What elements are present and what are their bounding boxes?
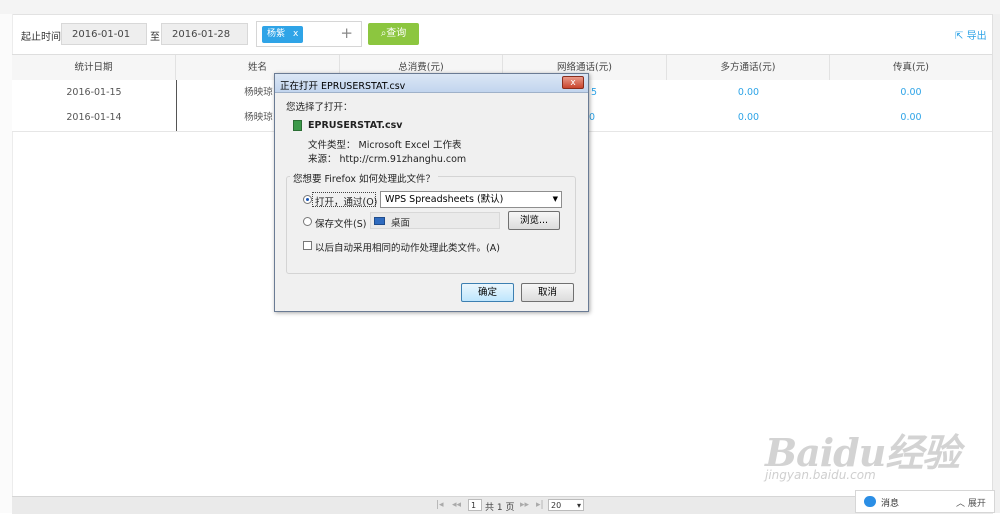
export-icon: ⇱	[955, 31, 964, 42]
auto-action-checkbox[interactable]	[303, 241, 312, 250]
chat-widget[interactable]: 消息 ︿ 展开	[855, 490, 995, 513]
user-tag-input[interactable]: 杨紫 x +	[256, 21, 362, 47]
save-location: 桌面	[370, 212, 500, 229]
file-source: 来源： http://crm.91zhanghu.com	[308, 154, 467, 165]
cell-fax[interactable]: 0.00	[830, 80, 992, 106]
user-tag[interactable]: 杨紫 x	[262, 26, 304, 43]
next-page-icon[interactable]: ▸▸	[520, 500, 529, 510]
col-multi[interactable]: 多方通话(元)	[667, 55, 830, 80]
cell-multi[interactable]: 0.00	[667, 105, 830, 131]
chat-bubble-icon	[864, 496, 876, 507]
auto-action-label[interactable]: 以后自动采用相同的动作处理此类文件。(A)	[315, 240, 500, 254]
page-number-input[interactable]: 1	[468, 499, 482, 511]
page-size-select[interactable]: 20 ▾	[548, 499, 584, 511]
cell-multi[interactable]: 0.00	[667, 80, 830, 106]
page-size-value: 20	[551, 501, 562, 510]
date-range-label: 起止时间	[21, 32, 61, 43]
chat-label: 消息	[881, 499, 900, 509]
cell-fax[interactable]: 0.00	[830, 105, 992, 131]
end-date-input[interactable]: 2016-01-28	[161, 23, 248, 45]
save-location-text: 桌面	[391, 218, 411, 229]
action-question: 您想要 Firefox 如何处理此文件？	[290, 171, 438, 185]
save-file-label[interactable]: 保存文件(S)	[315, 216, 366, 230]
save-file-radio[interactable]	[303, 217, 312, 226]
open-with-label[interactable]: 打开，通过(O)	[315, 194, 377, 208]
page-total: 共 1 页	[485, 503, 515, 513]
cell-date: 2016-01-14	[66, 112, 122, 123]
add-icon[interactable]: +	[340, 24, 353, 42]
query-button[interactable]: ⌕查询	[368, 23, 419, 45]
col-date[interactable]: 统计日期	[12, 55, 176, 80]
export-label: 导出	[966, 31, 987, 42]
top-bar	[0, 0, 1000, 15]
cancel-button[interactable]: 取消	[521, 283, 574, 302]
expand-label: 展开	[967, 499, 986, 509]
to-label: 至	[150, 32, 160, 43]
expand-toggle[interactable]: ︿ 展开	[956, 496, 986, 509]
prev-page-icon[interactable]: ◂◂	[452, 500, 461, 510]
open-with-radio[interactable]	[303, 195, 312, 204]
cell-date: 2016-01-15	[66, 87, 122, 98]
col-fax[interactable]: 传真(元)	[830, 55, 992, 80]
export-link[interactable]: ⇱ 导出	[955, 27, 987, 42]
last-page-icon[interactable]: ▸|	[536, 500, 544, 510]
excel-file-icon	[293, 120, 302, 131]
pagination-bar: |◂ ◂◂ 1 共 1 页 ▸▸ ▸| 20 ▾	[12, 496, 993, 514]
dialog-titlebar[interactable]: 正在打开 EPRUSERSTAT.csv x	[275, 74, 588, 93]
tag-remove-icon[interactable]: x	[293, 29, 298, 39]
desktop-icon	[374, 217, 385, 225]
close-icon: x	[570, 78, 576, 88]
open-with-app-value: WPS Spreadsheets (默认)	[385, 194, 504, 205]
watermark-url: jingyan.baidu.com	[765, 468, 876, 482]
start-date-input[interactable]: 2016-01-01	[61, 23, 147, 45]
file-name: EPRUSERSTAT.csv	[308, 120, 403, 131]
open-with-app-select[interactable]: WPS Spreadsheets (默认) ▼	[380, 191, 562, 208]
chosen-label: 您选择了打开：	[286, 102, 353, 113]
close-button[interactable]: x	[562, 76, 584, 89]
user-tag-label: 杨紫	[267, 29, 286, 39]
baidu-watermark: Baidu经验 jingyan.baidu.com	[765, 402, 995, 492]
open-file-dialog: 正在打开 EPRUSERSTAT.csv x 您选择了打开： EPRUSERST…	[274, 73, 589, 312]
query-label: 查询	[386, 28, 407, 39]
ok-button[interactable]: 确定	[461, 283, 514, 302]
chevron-down-icon: ▾	[576, 501, 581, 510]
chevron-down-icon: ▼	[552, 195, 558, 203]
first-page-icon[interactable]: |◂	[436, 500, 444, 510]
browse-button[interactable]: 浏览...	[508, 211, 560, 230]
file-type: 文件类型： Microsoft Excel 工作表	[308, 140, 462, 151]
dialog-title: 正在打开 EPRUSERSTAT.csv	[280, 81, 406, 92]
chevron-up-icon: ︿	[956, 499, 966, 509]
